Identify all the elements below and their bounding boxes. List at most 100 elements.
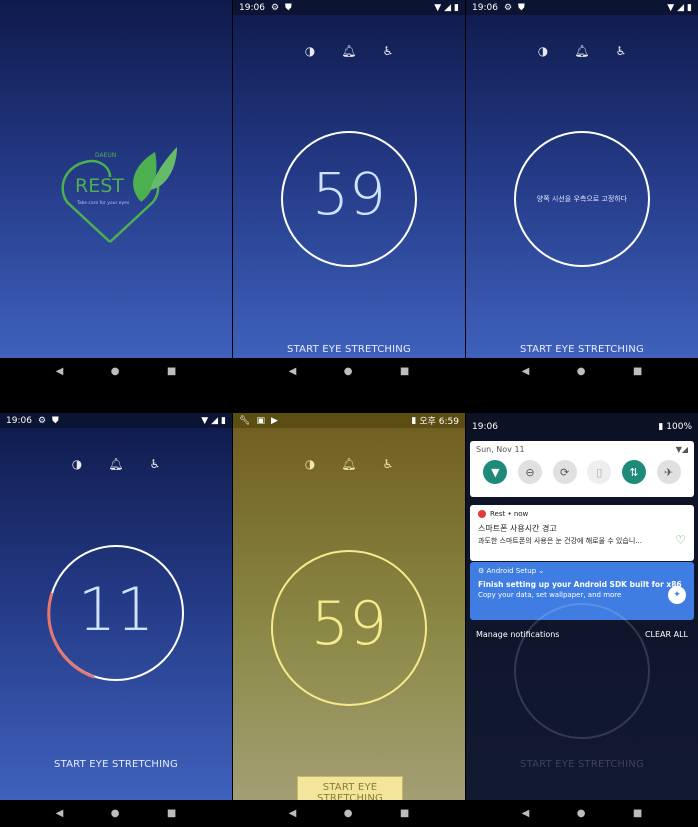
back-icon[interactable]: ◀: [289, 366, 297, 377]
home-icon[interactable]: ●: [111, 366, 120, 377]
status-time: 19:06: [472, 421, 498, 432]
airplane-toggle[interactable]: ✈: [656, 460, 681, 484]
accessibility-icon[interactable]: ♿︎: [615, 44, 626, 58]
background-start-label: START EYE STRETCHING: [520, 759, 644, 770]
nav-bar: ◀ ● ■: [0, 800, 232, 827]
status-bar: 🔧︎ ▣ ▶ ▮ 오후 6:59: [233, 413, 465, 428]
start-eye-stretching-button[interactable]: START EYE STRETCHING: [466, 344, 698, 355]
splash-panel: REST Take care for your eyes DAEUN ◀ ● ■: [0, 0, 232, 385]
battery-percent: 100%: [666, 421, 692, 432]
data-toggle[interactable]: ⇅: [621, 460, 646, 484]
home-icon[interactable]: ●: [577, 366, 586, 377]
shield-icon: ⛊: [52, 415, 59, 426]
signal-icon: ◢: [444, 2, 452, 13]
bell-icon[interactable]: 🔔︎: [341, 44, 356, 58]
signal-icon: ◢: [211, 415, 219, 426]
nav-bar: ◀ ● ■: [466, 800, 698, 827]
contrast-icon[interactable]: ◑: [305, 44, 315, 58]
back-icon[interactable]: ◀: [56, 808, 64, 819]
clear-all-button[interactable]: CLEAR ALL: [645, 630, 688, 639]
date-label: Sun, Nov 11: [476, 445, 525, 454]
gear-icon: ⚙: [478, 567, 485, 575]
home-icon[interactable]: ●: [344, 366, 353, 377]
play-icon: ▶: [270, 415, 278, 426]
timer-panel: 19:06 ⚙ ⛊ ▼ ◢ ▮ ◑ 🔔︎ ♿︎ 59 START EYE STRETCH…: [233, 0, 465, 385]
battery-icon: ▮: [687, 2, 692, 13]
start-eye-stretching-button[interactable]: START EYE STRETCHING: [233, 344, 465, 355]
home-icon[interactable]: ●: [344, 808, 353, 819]
rest-logo: REST Take care for your eyes DAEUN: [61, 147, 177, 243]
home-icon[interactable]: ●: [577, 808, 586, 819]
quick-settings: Sun, Nov 11 ▼◢ ▼ ⊖ ⟳ ▯ ⇅ ✈: [470, 441, 694, 497]
gear-icon: ⚙: [270, 2, 280, 13]
notif-body: 과도한 스마트폰의 사용은 눈 건강에 해로울 수 있습니...: [478, 537, 642, 545]
back-icon[interactable]: ◀: [56, 366, 64, 377]
status-bar: 19:06 ▮ 100%: [466, 419, 698, 434]
dnd-toggle[interactable]: ⊖: [517, 460, 542, 484]
start-eye-stretching-button[interactable]: START EYE STRETCHING: [0, 759, 232, 770]
shield-icon: ⛊: [518, 2, 525, 13]
contrast-icon[interactable]: ◑: [72, 457, 82, 471]
bell-icon[interactable]: 🔔︎: [108, 457, 123, 471]
app-dot-icon: [478, 510, 486, 518]
status-time: 19:06: [239, 2, 265, 13]
recents-icon[interactable]: ■: [167, 366, 176, 377]
nav-bar: ◀ ● ■: [233, 358, 465, 385]
accessibility-icon[interactable]: ♿︎: [149, 457, 160, 471]
battery-icon: ▮: [221, 415, 226, 426]
timer-number: 59: [310, 589, 388, 659]
svg-text:Take care for your eyes: Take care for your eyes: [76, 200, 130, 206]
back-icon[interactable]: ◀: [289, 808, 297, 819]
timer-number: 11: [77, 575, 155, 645]
svg-text:REST: REST: [75, 175, 124, 197]
status-time: 19:06: [6, 415, 32, 426]
battery-icon: ▮: [658, 421, 664, 432]
magic-wand-icon: ✦: [668, 586, 686, 604]
wifi-toggle[interactable]: ▼: [483, 460, 508, 484]
gear-icon: ⚙: [37, 415, 47, 426]
notif-app: Android Setup ⌄: [486, 567, 545, 575]
recents-icon[interactable]: ■: [167, 808, 176, 819]
signal-icon: ◢: [677, 2, 685, 13]
home-icon[interactable]: ●: [111, 808, 120, 819]
status-time: 19:06: [472, 2, 498, 13]
rest-logo-icon: ♡: [675, 533, 686, 547]
wifi-icon: ▼: [201, 415, 209, 426]
timer-number: 59: [312, 160, 386, 228]
instruction-text: 양쪽 시선을 우측으로 고정하다: [536, 195, 628, 203]
nav-bar: ◀ ● ■: [233, 800, 465, 827]
nav-bar: ◀ ● ■: [0, 358, 232, 385]
contrast-icon[interactable]: ◑: [305, 457, 315, 471]
rotate-toggle[interactable]: ⟳: [552, 460, 577, 484]
status-bar: 19:06 ⚙ ⛊ ▼ ◢ ▮: [233, 0, 465, 15]
status-bar: 19:06 ⚙ ⛊ ▼ ◢ ▮: [466, 0, 698, 15]
notification-shade-panel: 19:06 ▮ 100% Sun, Nov 11 ▼◢ ▼ ⊖ ⟳ ▯ ⇅ ✈ R…: [466, 413, 698, 827]
countdown-panel: 19:06 ⚙ ⛊ ▼ ◢ ▮ ◑ 🔔︎ ♿︎ 11 START EYE STRETCH…: [0, 413, 232, 827]
rest-notification[interactable]: Rest • now 스마트폰 사용시간 경고 과도한 스마트폰의 사용은 눈 …: [470, 505, 694, 561]
gear-icon: ⚙: [503, 2, 513, 13]
accessibility-icon[interactable]: ♿︎: [382, 44, 393, 58]
recents-icon[interactable]: ■: [400, 808, 409, 819]
accessibility-icon[interactable]: ♿︎: [382, 457, 393, 471]
back-icon[interactable]: ◀: [522, 808, 530, 819]
bell-icon[interactable]: 🔔︎: [341, 457, 356, 471]
background-ring: [514, 603, 650, 739]
recents-icon[interactable]: ■: [633, 366, 642, 377]
bell-icon[interactable]: 🔔︎: [574, 44, 589, 58]
instruction-panel: 19:06 ⚙ ⛊ ▼ ◢ ▮ ◑ 🔔︎ ♿︎ 양쪽 시선을 우측으로 고정하다 STA…: [466, 0, 698, 385]
wifi-icon: ▼: [434, 2, 442, 13]
back-icon[interactable]: ◀: [522, 366, 530, 377]
shield-icon: ⛊: [285, 2, 292, 13]
battery-saver-toggle[interactable]: ▯: [587, 460, 612, 484]
wifi-icon: ▼: [667, 2, 675, 13]
battery-icon: ▮: [454, 2, 459, 13]
wrench-icon: 🔧︎: [239, 415, 251, 426]
svg-text:DAEUN: DAEUN: [95, 152, 116, 159]
gold-timer-panel: 🔧︎ ▣ ▶ ▮ 오후 6:59 ◑ 🔔︎ ♿︎ 59 START EYE STRET…: [233, 413, 465, 827]
contrast-icon[interactable]: ◑: [538, 44, 548, 58]
recents-icon[interactable]: ■: [400, 366, 409, 377]
notif-title: 스마트폰 사용시간 경고: [478, 524, 557, 533]
notif-title: Finish setting up your Android SDK built…: [478, 580, 682, 589]
recents-icon[interactable]: ■: [633, 808, 642, 819]
nav-bar: ◀ ● ■: [466, 358, 698, 385]
